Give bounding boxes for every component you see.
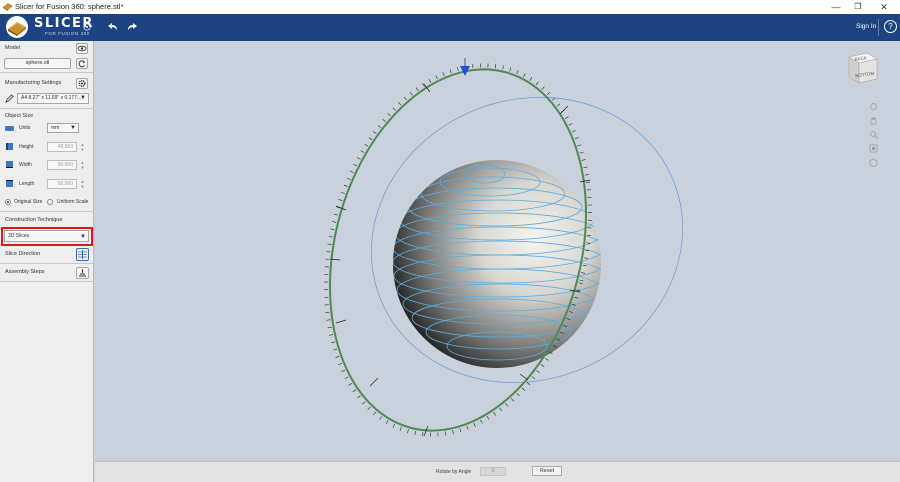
construction-technique-label: Construction Technique	[5, 217, 63, 223]
width-input[interactable]: 50.000	[47, 160, 77, 170]
chevron-down-icon: ▼	[70, 125, 76, 131]
units-label: Units	[19, 125, 31, 131]
length-icon	[6, 180, 13, 187]
rotation-bar: Rotate by Angle 0 Reset	[95, 461, 900, 482]
rotate-by-angle-label: Rotate by Angle	[436, 469, 472, 475]
slice-direction-label: Slice Direction	[5, 251, 41, 257]
settings-icon[interactable]	[83, 23, 91, 31]
help-icon: ?	[888, 22, 893, 31]
height-input[interactable]: 49.993	[47, 142, 77, 152]
length-label: Length	[19, 181, 35, 187]
length-stepper[interactable]: ▲ ▼	[79, 179, 86, 189]
object-size-label: Object Size	[5, 113, 34, 119]
pencil-icon[interactable]	[5, 94, 14, 103]
assembly-steps-button[interactable]	[76, 267, 89, 279]
fit-view-icon[interactable]	[869, 144, 878, 153]
help-button[interactable]: ?	[884, 20, 897, 33]
units-select[interactable]: mm ▼	[47, 123, 79, 133]
app-header: SLICER FOR FUSION 360 Sign In ?	[0, 14, 900, 41]
slice-direction-button[interactable]	[76, 248, 89, 261]
section-divider	[0, 72, 93, 73]
manufacturing-settings-button[interactable]	[76, 78, 88, 89]
logo-subtitle: FOR FUSION 360	[45, 31, 90, 36]
sheet-size-value: A4 8.27" x 11.69" x 0.177...	[21, 95, 82, 101]
pan-hand-icon[interactable]	[869, 116, 878, 125]
width-stepper[interactable]: ▲ ▼	[79, 160, 86, 170]
height-label: Height	[19, 144, 34, 150]
units-ruler-icon	[5, 126, 14, 131]
uniform-scale-radio[interactable]	[47, 199, 53, 205]
assembly-steps-label: Assembly Steps	[5, 269, 45, 275]
model-file-button[interactable]: sphere.stl	[4, 58, 71, 69]
window-title: Slicer for Fusion 360: sphere.stl*	[15, 2, 124, 11]
zoom-icon[interactable]	[869, 130, 878, 139]
slicer-app-icon	[3, 3, 13, 11]
3d-viewport[interactable]	[95, 41, 900, 461]
slicer-logo-icon	[6, 16, 28, 38]
width-icon	[6, 161, 13, 168]
sheet-size-select[interactable]: A4 8.27" x 11.69" x 0.177... ▼	[17, 93, 89, 104]
reset-button[interactable]: Reset	[532, 466, 562, 476]
visibility-button[interactable]	[76, 43, 88, 54]
original-size-label: Original Size	[14, 199, 43, 205]
reload-model-button[interactable]	[76, 58, 88, 69]
length-input[interactable]: 50.000	[47, 179, 77, 189]
section-divider	[0, 263, 93, 264]
eye-icon	[77, 45, 87, 52]
refresh-icon	[78, 60, 86, 68]
gear-icon	[78, 80, 86, 87]
navigation-bar	[866, 98, 881, 174]
height-stepper[interactable]: ▲ ▼	[79, 142, 86, 152]
assembly-steps-icon	[79, 269, 86, 277]
original-size-radio[interactable]	[5, 199, 11, 205]
width-label: Width	[19, 162, 32, 168]
units-value: mm	[51, 125, 60, 131]
section-divider	[0, 108, 93, 109]
section-divider	[0, 211, 93, 212]
construction-technique-highlight	[1, 227, 93, 246]
model-section-label: Model	[5, 45, 20, 51]
slice-direction-icon	[78, 250, 87, 259]
undo-icon[interactable]	[107, 21, 119, 33]
chevron-down-icon: ▼	[80, 95, 86, 101]
header-divider	[878, 19, 879, 36]
height-icon	[6, 143, 13, 150]
section-divider	[0, 281, 93, 282]
home-view-icon[interactable]	[869, 158, 878, 167]
rotate-angle-input[interactable]: 0	[480, 467, 506, 476]
orbit-icon[interactable]	[869, 102, 878, 111]
window-titlebar: Slicer for Fusion 360: sphere.stl* — ❐ ✕	[0, 0, 900, 14]
manufacturing-settings-label: Manufacturing Settings	[5, 80, 62, 86]
maximize-button[interactable]: ❐	[851, 1, 865, 13]
view-cube[interactable]: BACK BOTTOM	[845, 49, 879, 87]
uniform-scale-label: Uniform Scale	[57, 199, 89, 205]
sign-in-link[interactable]: Sign In	[856, 23, 876, 30]
redo-icon[interactable]	[126, 21, 138, 33]
minimize-button[interactable]: —	[829, 1, 843, 13]
close-button[interactable]: ✕	[877, 1, 891, 13]
